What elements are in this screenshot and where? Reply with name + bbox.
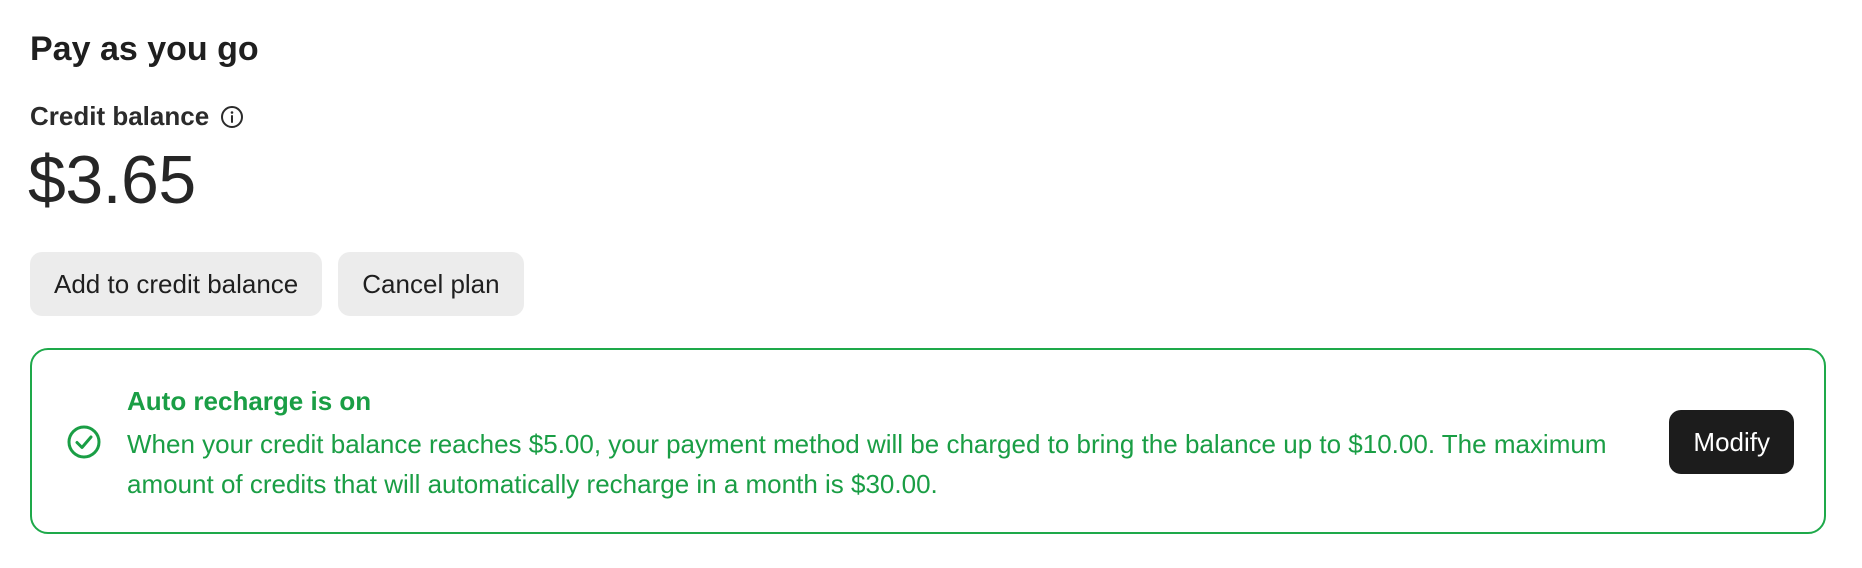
add-to-credit-balance-button[interactable]: Add to credit balance bbox=[30, 252, 323, 316]
auto-recharge-body: Auto recharge is on When your credit bal… bbox=[127, 384, 1627, 504]
auto-recharge-title: Auto recharge is on bbox=[127, 386, 372, 416]
credit-balance-label: Credit balance bbox=[30, 101, 210, 131]
page-title: Pay as you go bbox=[30, 30, 259, 68]
balance-actions: Add to credit balance Cancel plan bbox=[30, 252, 524, 316]
auto-recharge-notice: Auto recharge is on When your credit bal… bbox=[30, 348, 1826, 534]
modify-button[interactable]: Modify bbox=[1669, 410, 1794, 474]
check-circle-icon bbox=[66, 424, 102, 460]
info-circle-icon[interactable] bbox=[219, 104, 245, 130]
auto-recharge-description: When your credit balance reaches $5.00, … bbox=[127, 429, 1607, 499]
credit-balance-label-row: Credit balance bbox=[30, 101, 245, 132]
credit-balance-amount: $3.65 bbox=[28, 142, 196, 218]
cancel-plan-button[interactable]: Cancel plan bbox=[338, 252, 524, 316]
